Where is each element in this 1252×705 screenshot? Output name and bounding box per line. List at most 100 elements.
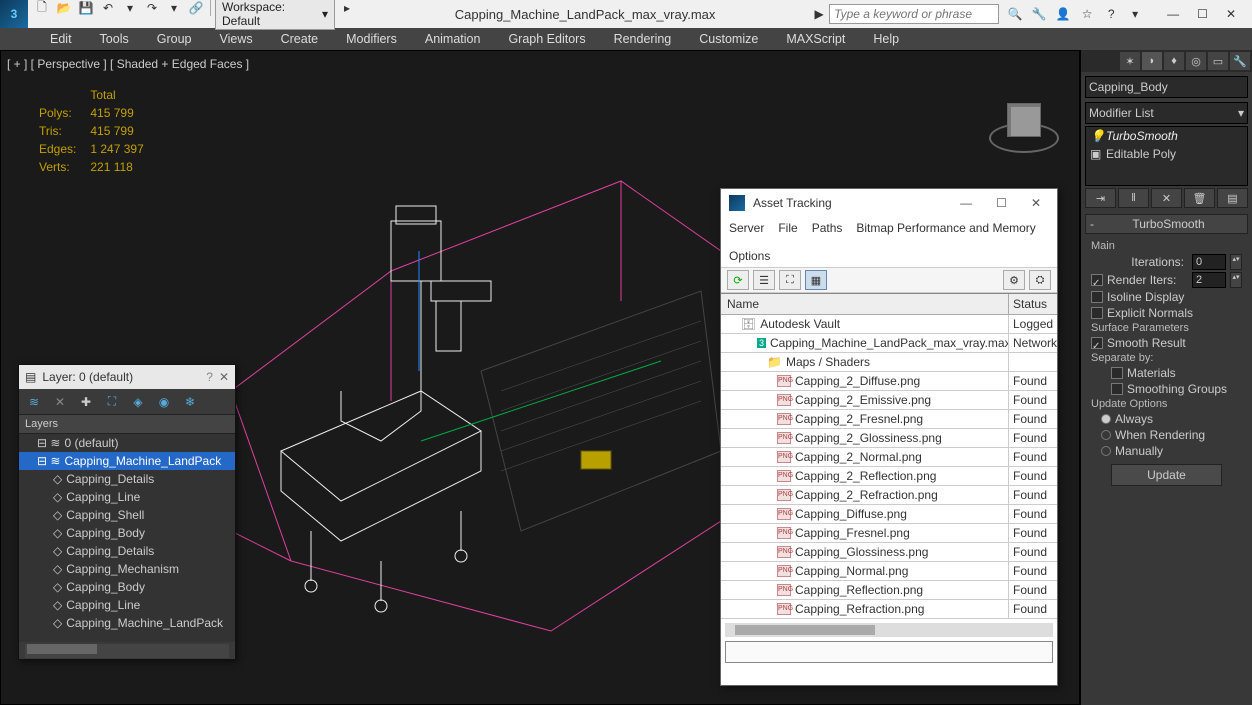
modifier-list-dropdown[interactable]: Modifier List▾ xyxy=(1085,102,1248,124)
asset-row[interactable]: PNGCapping_2_Reflection.pngFound xyxy=(721,467,1057,486)
iterations-spinner[interactable]: 0 xyxy=(1192,254,1226,270)
display-tab-icon[interactable]: ▭ xyxy=(1208,52,1228,70)
when-rendering-radio[interactable] xyxy=(1101,430,1111,440)
layer-tree[interactable]: ⊟ ≋0 (default)⊟ ≋Capping_Machine_LandPac… xyxy=(19,434,235,642)
menu-edit[interactable]: Edit xyxy=(36,30,86,48)
remove-mod-icon[interactable]: 🗑 xyxy=(1184,188,1215,208)
hierarchy-tab-icon[interactable]: ♦ xyxy=(1164,52,1184,70)
asset-menu-file[interactable]: File xyxy=(778,221,797,235)
select-layer-icon[interactable]: ⛶ xyxy=(103,393,121,411)
expand-icon[interactable]: ▣ xyxy=(1090,147,1102,161)
spinner-buttons[interactable]: ▴▾ xyxy=(1230,272,1242,288)
smoothing-groups-checkbox[interactable] xyxy=(1111,383,1123,395)
dropdown-icon[interactable]: ▾ xyxy=(120,0,140,18)
new-icon[interactable]: 🗋 xyxy=(32,0,52,18)
manually-radio[interactable] xyxy=(1101,446,1111,456)
menu-maxscript[interactable]: MAXScript xyxy=(772,30,859,48)
menu-create[interactable]: Create xyxy=(267,30,333,48)
spinner-buttons[interactable]: ▴▾ xyxy=(1230,254,1242,270)
menu-modifiers[interactable]: Modifiers xyxy=(332,30,411,48)
modify-tab-icon[interactable]: ◗ xyxy=(1142,52,1162,70)
asset-row[interactable]: 🗄Autodesk VaultLogged xyxy=(721,315,1057,334)
link-icon[interactable]: 🔗 xyxy=(186,0,206,18)
asset-row[interactable]: PNGCapping_2_Normal.pngFound xyxy=(721,448,1057,467)
rollout-title[interactable]: TurboSmooth xyxy=(1132,217,1204,231)
pin-stack-icon[interactable]: ⇥ xyxy=(1085,188,1116,208)
modifier-stack[interactable]: 💡TurboSmooth ▣Editable Poly xyxy=(1085,126,1248,186)
layer-node[interactable]: ◇Capping_Mechanism xyxy=(19,560,235,578)
hide-layer-icon[interactable]: ◉ xyxy=(155,393,173,411)
table-icon[interactable]: ▦ xyxy=(805,270,827,290)
configure-sets-icon[interactable]: ▤ xyxy=(1217,188,1248,208)
options-icon[interactable]: ⛭ xyxy=(1029,270,1051,290)
list-icon[interactable]: ☰ xyxy=(753,270,775,290)
asset-menu-paths[interactable]: Paths xyxy=(812,221,843,235)
close-icon[interactable]: ✕ xyxy=(219,370,229,384)
refresh-icon[interactable]: ⟳ xyxy=(727,270,749,290)
asset-row[interactable]: PNGCapping_Glossiness.pngFound xyxy=(721,543,1057,562)
explicit-normals-checkbox[interactable] xyxy=(1091,307,1103,319)
asset-row[interactable]: PNGCapping_Normal.pngFound xyxy=(721,562,1057,581)
freeze-layer-icon[interactable]: ❄ xyxy=(181,393,199,411)
menu-tools[interactable]: Tools xyxy=(86,30,143,48)
menu-customize[interactable]: Customize xyxy=(685,30,772,48)
asset-menu-server[interactable]: Server xyxy=(729,221,764,235)
save-icon[interactable]: 💾 xyxy=(76,0,96,18)
layer-node[interactable]: ◇Capping_Machine_LandPack xyxy=(19,614,235,632)
layer-panel-titlebar[interactable]: ▤ Layer: 0 (default) ? ✕ xyxy=(19,365,235,389)
dropdown-icon[interactable]: ▾ xyxy=(164,0,184,18)
make-unique-icon[interactable]: ✕ xyxy=(1151,188,1182,208)
layer-node[interactable]: ◇Capping_Shell xyxy=(19,506,235,524)
asset-row[interactable]: PNGCapping_Reflection.pngFound xyxy=(721,581,1057,600)
workspace-selector[interactable]: Workspace: Default ▾ xyxy=(215,0,335,30)
asset-row[interactable]: PNGCapping_2_Diffuse.pngFound xyxy=(721,372,1057,391)
dropdown-icon[interactable]: ▾ xyxy=(1125,4,1145,24)
lightbulb-icon[interactable]: 💡 xyxy=(1090,129,1102,143)
asset-row[interactable]: PNGCapping_2_Glossiness.pngFound xyxy=(721,429,1057,448)
layer-node[interactable]: ◇Capping_Line xyxy=(19,596,235,614)
search-nav-icon[interactable]: ▶ xyxy=(809,4,829,24)
add-to-layer-icon[interactable]: ✚ xyxy=(77,393,95,411)
star-icon[interactable]: ☆ xyxy=(1077,4,1097,24)
menu-group[interactable]: Group xyxy=(143,30,206,48)
layer-node[interactable]: ⊟ ≋Capping_Machine_LandPack xyxy=(19,452,235,470)
materials-checkbox[interactable] xyxy=(1111,367,1123,379)
asset-row[interactable]: PNGCapping_Refraction.pngFound xyxy=(721,600,1057,619)
settings-icon[interactable]: ⚙ xyxy=(1003,270,1025,290)
close-button[interactable]: ✕ xyxy=(1023,196,1049,210)
maximize-button[interactable]: ☐ xyxy=(988,196,1015,210)
minimize-button[interactable]: — xyxy=(1167,7,1179,21)
isoline-checkbox[interactable] xyxy=(1091,291,1103,303)
menu-views[interactable]: Views xyxy=(205,30,266,48)
menu-animation[interactable]: Animation xyxy=(411,30,495,48)
show-end-result-icon[interactable]: ‖ xyxy=(1118,188,1149,208)
modifier-editable-poly[interactable]: ▣Editable Poly xyxy=(1086,145,1247,163)
highlight-layer-icon[interactable]: ◈ xyxy=(129,393,147,411)
create-tab-icon[interactable]: ✶ xyxy=(1120,52,1140,70)
layer-node[interactable]: ◇Capping_Details xyxy=(19,470,235,488)
search-icon[interactable]: 🔍 xyxy=(1005,4,1025,24)
asset-row[interactable]: PNGCapping_Diffuse.pngFound xyxy=(721,505,1057,524)
always-radio[interactable] xyxy=(1101,414,1111,424)
render-iters-spinner[interactable]: 2 xyxy=(1192,272,1226,288)
open-icon[interactable]: 📂 xyxy=(54,0,74,18)
update-button[interactable]: Update xyxy=(1111,464,1222,486)
col-status[interactable]: Status xyxy=(1009,294,1057,314)
signin-icon[interactable]: 👤 xyxy=(1053,4,1073,24)
asset-row[interactable]: 3Capping_Machine_LandPack_max_vray.maxNe… xyxy=(721,334,1057,353)
help-icon[interactable]: ? xyxy=(206,370,213,384)
scrollbar-horizontal[interactable] xyxy=(725,623,1053,637)
viewcube[interactable] xyxy=(989,91,1059,161)
tree-icon[interactable]: ⛶ xyxy=(779,270,801,290)
menu-rendering[interactable]: Rendering xyxy=(600,30,686,48)
layer-node[interactable]: ◇Capping_Line xyxy=(19,488,235,506)
modifier-turbosmooth[interactable]: 💡TurboSmooth xyxy=(1086,127,1247,145)
minimize-button[interactable]: — xyxy=(952,196,980,210)
asset-row[interactable]: 📁Maps / Shaders xyxy=(721,353,1057,372)
utilities-tab-icon[interactable]: 🔧 xyxy=(1230,52,1250,70)
tool-icon[interactable]: 🔧 xyxy=(1029,4,1049,24)
col-name[interactable]: Name xyxy=(721,294,1009,314)
asset-menu-bitmap-performance-and-memory[interactable]: Bitmap Performance and Memory xyxy=(856,221,1035,235)
asset-row[interactable]: PNGCapping_Fresnel.pngFound xyxy=(721,524,1057,543)
object-name-field[interactable]: Capping_Body xyxy=(1085,76,1248,98)
